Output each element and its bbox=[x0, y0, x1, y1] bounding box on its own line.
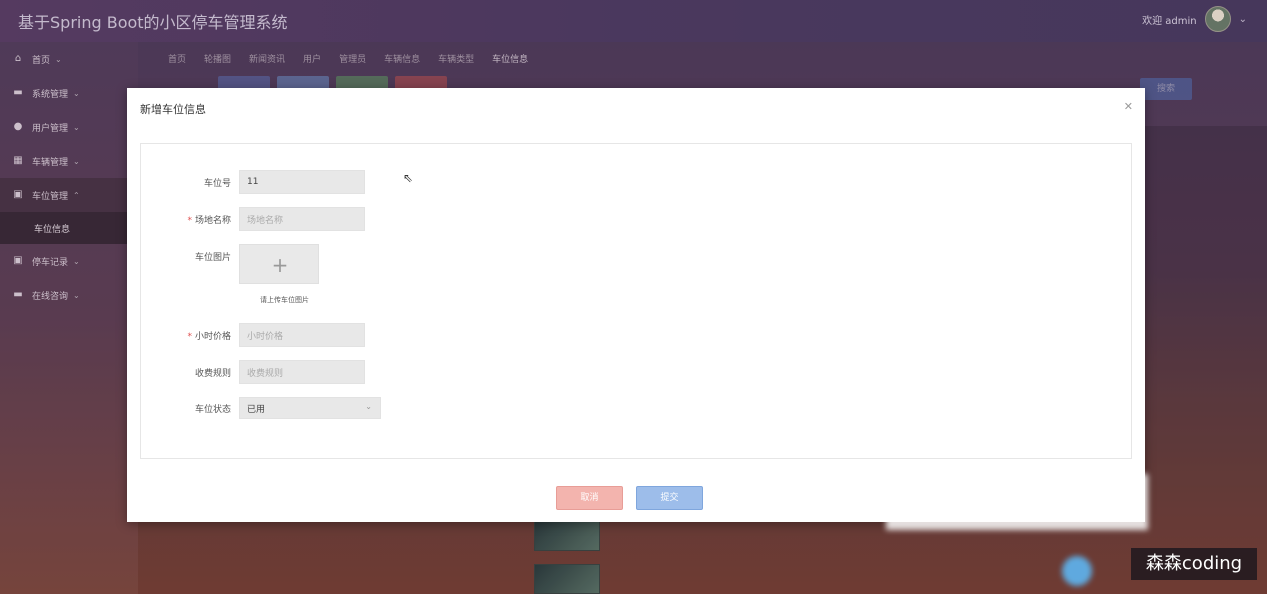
form-row-space-no: 车位号 11 bbox=[127, 170, 365, 194]
rule-input[interactable]: 收费规则 bbox=[239, 360, 365, 384]
chevron-down-icon: ⌄ bbox=[365, 402, 372, 411]
close-icon[interactable]: ✕ bbox=[1124, 100, 1133, 113]
upload-hint: 请上传车位图片 bbox=[260, 296, 309, 304]
site-name-label: * 场地名称 bbox=[187, 215, 231, 226]
space-no-input[interactable]: 11 bbox=[239, 170, 365, 194]
form-row-site-name: * 场地名称 场地名称 bbox=[127, 207, 365, 231]
plus-icon: + bbox=[271, 253, 289, 277]
status-select[interactable]: 已用 ⌄ bbox=[239, 397, 381, 419]
watermark: 森森coding bbox=[1131, 548, 1257, 580]
rule-label: 收费规则 bbox=[194, 368, 231, 379]
hour-price-label: * 小时价格 bbox=[187, 331, 231, 342]
blurred-region bbox=[886, 474, 1148, 530]
floating-widget-icon[interactable] bbox=[1062, 556, 1092, 586]
form-row-rule: 收费规则 收费规则 bbox=[127, 360, 365, 384]
site-name-input[interactable]: 场地名称 bbox=[239, 207, 365, 231]
status-label: 车位状态 bbox=[194, 404, 231, 415]
cancel-button[interactable]: 取消 bbox=[556, 486, 623, 510]
image-label: 车位图片 bbox=[194, 253, 231, 263]
hour-price-input[interactable]: 小时价格 bbox=[239, 323, 365, 347]
add-space-dialog: 新增车位信息 ✕ 车位号 11 ⇖ * 场地名称 场地名称 车位图片 + 请上传车… bbox=[127, 88, 1145, 522]
form-row-hour-price: * 小时价格 小时价格 bbox=[127, 323, 365, 347]
space-no-label: 车位号 bbox=[203, 178, 231, 189]
form-row-image: 车位图片 + bbox=[127, 244, 319, 284]
status-value: 已用 bbox=[247, 404, 266, 415]
dialog-title: 新增车位信息 bbox=[140, 103, 206, 116]
submit-button[interactable]: 提交 bbox=[636, 486, 703, 510]
mouse-cursor-icon: ⇖ bbox=[403, 171, 414, 185]
form-row-status: 车位状态 已用 ⌄ bbox=[127, 397, 381, 419]
image-upload[interactable]: + bbox=[239, 244, 319, 284]
